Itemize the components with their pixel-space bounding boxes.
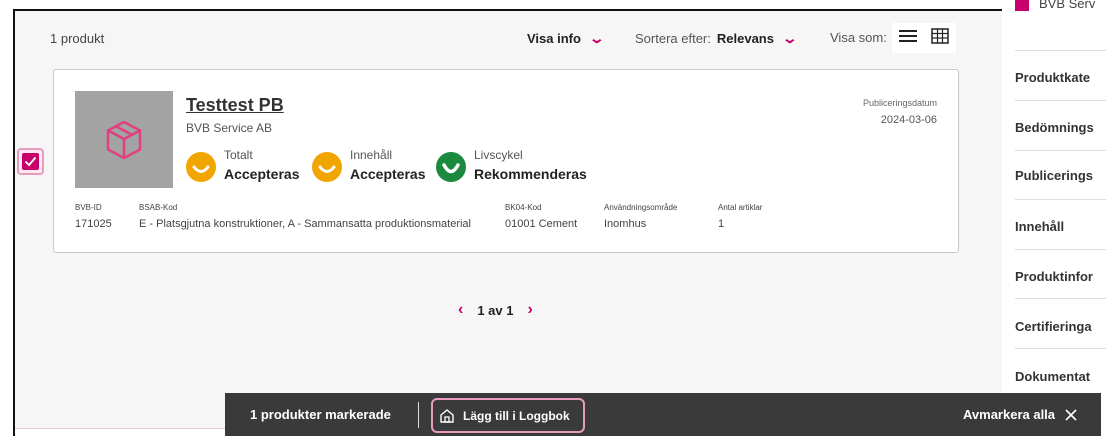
view-toggle bbox=[892, 23, 956, 53]
rating-label: Innehåll bbox=[350, 148, 393, 162]
divider bbox=[1015, 298, 1106, 299]
home-icon bbox=[440, 408, 454, 423]
meta-value: Inomhus bbox=[604, 218, 647, 230]
visa-info-label: Visa info bbox=[527, 31, 581, 46]
meta-label: BSAB-Kod bbox=[139, 203, 178, 212]
selected-count: 1 produkter markerade bbox=[250, 407, 391, 422]
view-mode-label: Visa som: bbox=[830, 30, 887, 45]
meta-value: 1 bbox=[718, 218, 725, 230]
meta-value: 01001 Cement bbox=[505, 218, 578, 230]
rating-label: Livscykel bbox=[474, 148, 523, 162]
happy-face-icon bbox=[436, 152, 466, 182]
selection-action-bar: 1 produkter markerade Lägg till i Loggbo… bbox=[225, 393, 1101, 436]
sidebar-item-dokumentation[interactable]: Dokumentat bbox=[1015, 369, 1106, 384]
rating-innehall: Innehåll Accepteras bbox=[312, 148, 436, 182]
pagination: ‹ 1 av 1 › bbox=[458, 301, 533, 319]
sidebar-filter-chip[interactable]: BVB Serv bbox=[1015, 0, 1095, 14]
filter-sidebar: BVB Serv Produktkate Bedömnings Publicer… bbox=[1002, 0, 1106, 436]
sort-value: Relevans bbox=[716, 31, 774, 46]
result-count: 1 produkt bbox=[50, 31, 105, 46]
publish-date-value: 2024-03-06 bbox=[880, 114, 937, 126]
rating-label: Totalt bbox=[224, 148, 253, 162]
close-icon bbox=[1065, 408, 1077, 421]
deselect-all-label: Avmarkera alla bbox=[963, 407, 1056, 422]
divider bbox=[418, 402, 419, 428]
meta-label: BK04-Kod bbox=[505, 203, 542, 212]
results-panel: 1 produkt Visa info ⌄ Sortera efter: Rel… bbox=[15, 11, 1002, 436]
meta-bk04-kod: BK04-Kod 01001 Cement bbox=[505, 203, 577, 230]
divider bbox=[1015, 199, 1106, 200]
rating-value: Accepteras bbox=[350, 166, 426, 182]
deselect-all-button[interactable]: Avmarkera alla bbox=[963, 407, 1077, 422]
chevron-left-icon[interactable]: ‹ bbox=[458, 301, 463, 319]
chevron-down-icon: ⌄ bbox=[588, 30, 606, 46]
sidebar-item-certifiering[interactable]: Certifieringa bbox=[1015, 319, 1106, 334]
sort-label: Sortera efter: bbox=[635, 31, 711, 46]
table-view-icon[interactable] bbox=[931, 27, 949, 49]
sidebar-item-produktkategori[interactable]: Produktkate bbox=[1015, 70, 1106, 85]
checkbox-icon bbox=[1015, 0, 1029, 11]
visa-info-dropdown[interactable]: Visa info ⌄ bbox=[527, 30, 606, 47]
meta-label: Antal artiklar bbox=[718, 203, 763, 212]
publish-date-block: Publiceringsdatum 2024-03-06 bbox=[863, 98, 937, 126]
divider bbox=[1015, 348, 1106, 349]
divider bbox=[1015, 50, 1106, 51]
rating-value: Accepteras bbox=[224, 166, 300, 182]
checkmark-icon bbox=[22, 153, 39, 170]
meta-anvandningsomrade: Användningsområde Inomhus bbox=[604, 203, 677, 230]
meta-label: Användningsområde bbox=[604, 203, 678, 212]
meta-value: 171025 bbox=[75, 218, 112, 230]
sidebar-item-produktinformation[interactable]: Produktinfor bbox=[1015, 269, 1106, 284]
chevron-down-icon: ⌄ bbox=[781, 30, 799, 46]
results-toolbar: 1 produkt Visa info ⌄ Sortera efter: Rel… bbox=[15, 11, 1002, 63]
sort-dropdown[interactable]: Sortera efter: Relevans ⌄ bbox=[635, 30, 799, 47]
add-to-logbook-label: Lägg till i Loggbok bbox=[463, 408, 570, 423]
meta-antal-artiklar: Antal artiklar 1 bbox=[718, 203, 762, 230]
divider bbox=[1015, 150, 1106, 151]
chevron-right-icon[interactable]: › bbox=[527, 301, 532, 319]
product-card: Testtest PB BVB Service AB Totalt Accept… bbox=[53, 69, 959, 253]
meta-value: E - Platsgjutna konstruktioner, A - Samm… bbox=[139, 218, 471, 230]
product-company: BVB Service AB bbox=[186, 121, 273, 135]
sidebar-item-innehall[interactable]: Innehåll bbox=[1015, 219, 1106, 234]
rating-totalt: Totalt Accepteras bbox=[186, 148, 312, 182]
rating-livscykel: Livscykel Rekommenderas bbox=[436, 148, 587, 182]
page-indicator: 1 av 1 bbox=[477, 302, 514, 318]
publish-date-label: Publiceringsdatum bbox=[862, 98, 937, 108]
sidebar-item-publicering[interactable]: Publicerings bbox=[1015, 168, 1106, 183]
partial-card-edge bbox=[15, 428, 225, 436]
cube-icon bbox=[106, 120, 142, 159]
sidebar-filter-chip-label: BVB Serv bbox=[1039, 0, 1096, 11]
smiley-icon bbox=[312, 152, 342, 182]
product-image-placeholder bbox=[75, 91, 173, 188]
meta-bvb-id: BVB-ID 171025 bbox=[75, 203, 112, 230]
meta-bsab-kod: BSAB-Kod E - Platsgjutna konstruktioner,… bbox=[139, 203, 471, 230]
divider bbox=[1015, 249, 1106, 250]
list-view-icon[interactable] bbox=[899, 29, 917, 48]
add-to-logbook-button[interactable]: Lägg till i Loggbok bbox=[431, 398, 585, 433]
rating-value: Rekommenderas bbox=[474, 166, 587, 182]
sidebar-item-bedomning[interactable]: Bedömnings bbox=[1015, 120, 1106, 135]
product-select-checkbox[interactable] bbox=[17, 148, 44, 175]
product-title-link[interactable]: Testtest PB bbox=[186, 95, 284, 116]
smiley-icon bbox=[186, 152, 216, 182]
meta-label: BVB-ID bbox=[75, 203, 102, 212]
divider bbox=[1015, 100, 1106, 101]
ratings: Totalt Accepteras Innehåll Accepteras Li… bbox=[186, 148, 587, 182]
